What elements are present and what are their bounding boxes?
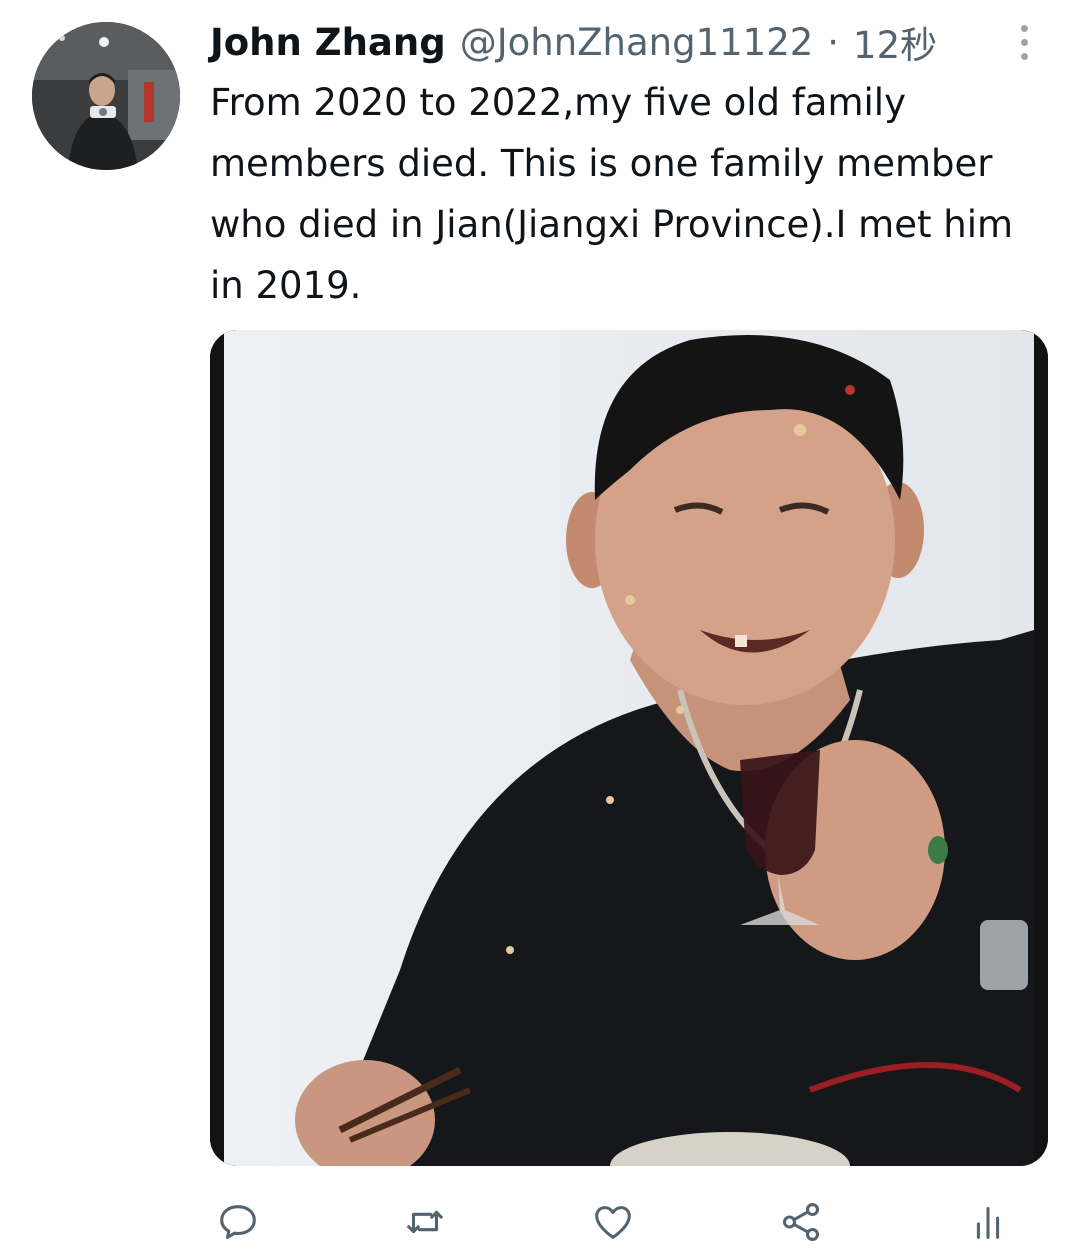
- share-icon: [782, 1203, 820, 1241]
- analytics-button[interactable]: [960, 1194, 1016, 1250]
- tweet-media-video[interactable]: [210, 330, 1048, 1166]
- display-name[interactable]: John Zhang: [210, 21, 446, 64]
- retweet-icon: [407, 1210, 443, 1234]
- like-button[interactable]: [585, 1194, 641, 1250]
- tweet-text: From 2020 to 2022,my five old family mem…: [210, 81, 1014, 307]
- avatar[interactable]: [32, 22, 180, 170]
- action-bar: [0, 1190, 1080, 1250]
- like-icon: [595, 1206, 631, 1239]
- reply-icon: [220, 1205, 256, 1239]
- more-vertical-icon[interactable]: [1006, 20, 1042, 64]
- retweet-button[interactable]: [397, 1194, 453, 1250]
- timestamp[interactable]: 12秒: [853, 15, 937, 69]
- reply-button[interactable]: [210, 1194, 266, 1250]
- analytics-icon: [976, 1207, 1000, 1239]
- video-frame: [210, 330, 1048, 1166]
- avatar-image: [32, 22, 180, 170]
- user-handle[interactable]: @JohnZhang11122: [460, 21, 814, 64]
- tweet-header: John Zhang @JohnZhang11122 · 12秒: [210, 14, 937, 70]
- separator-dot: ·: [827, 20, 840, 64]
- share-button[interactable]: [773, 1194, 829, 1250]
- tweet-card[interactable]: John Zhang @JohnZhang11122 · 12秒 From 20…: [0, 0, 1080, 1260]
